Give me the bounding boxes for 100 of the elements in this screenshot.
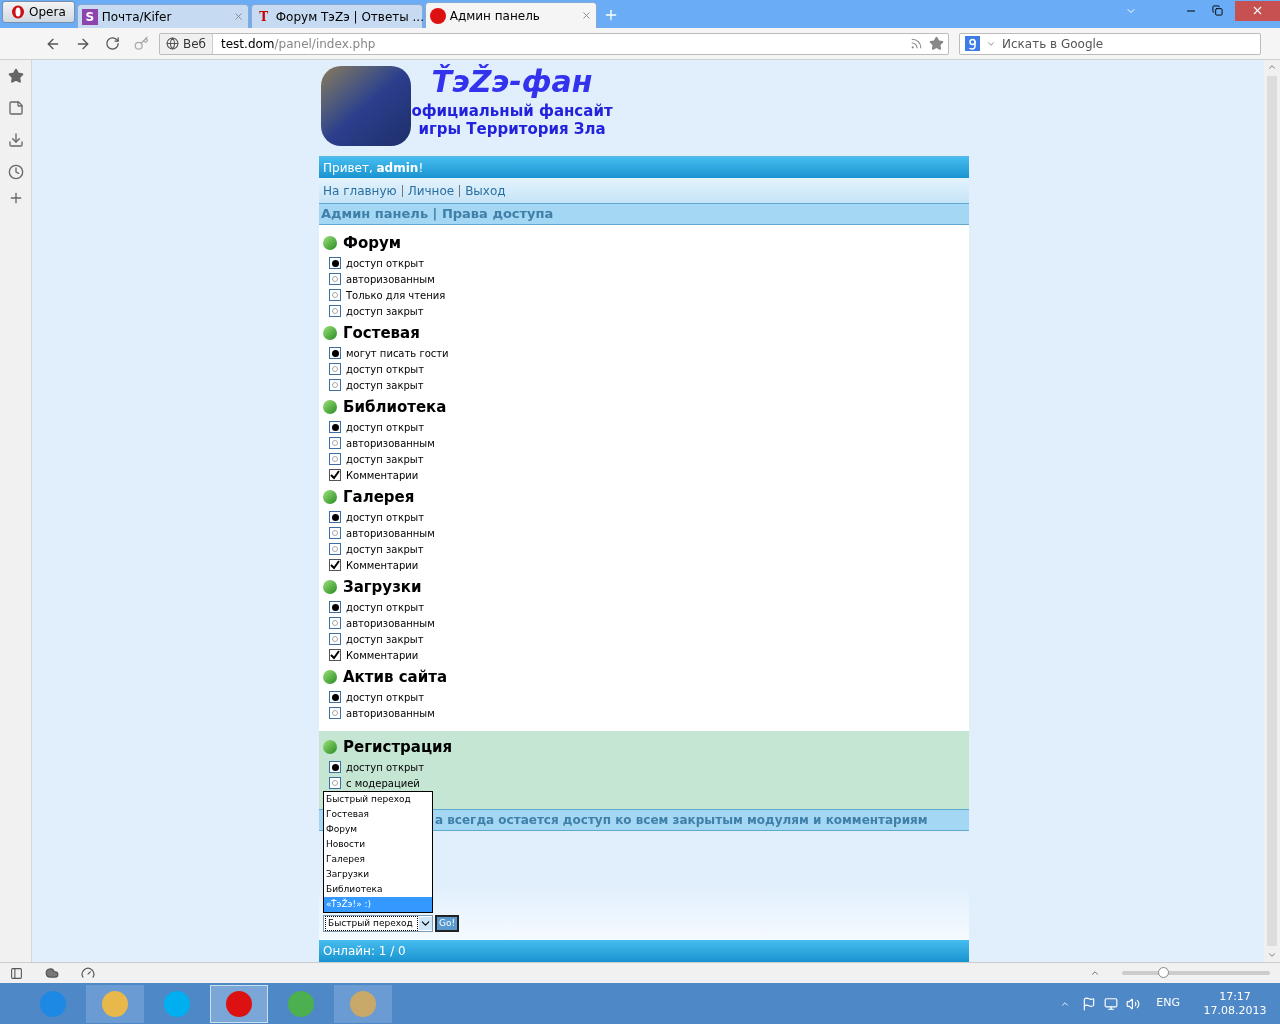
tab-favicon: T (258, 8, 270, 25)
radio-button[interactable] (329, 761, 341, 773)
opera-menu-button[interactable]: Opera (2, 1, 75, 23)
close-icon (1251, 4, 1264, 17)
section-title: Регистрация (343, 736, 453, 758)
radio-button[interactable] (329, 379, 341, 391)
radio-button[interactable] (329, 527, 341, 539)
option-label: доступ открыт (346, 510, 425, 525)
section-title: Гостевая (343, 322, 420, 344)
browser-tab[interactable]: Админ панель (424, 2, 597, 28)
radio-button[interactable] (329, 421, 341, 433)
option-label: Комментарии (346, 648, 419, 663)
rss-icon (910, 37, 923, 50)
key-icon (134, 36, 149, 51)
option-label: доступ открыт (346, 362, 425, 377)
site-subtitle: официальный фансайт (411, 102, 613, 120)
tab-title: Админ панель (449, 7, 541, 25)
close-icon (232, 11, 244, 22)
star-icon (929, 36, 944, 51)
browser-tab[interactable]: T Форум ТэZэ | Ответы ... (250, 4, 423, 28)
section-bullet-icon (323, 490, 337, 504)
section-bullet-icon (323, 670, 337, 684)
close-icon (580, 10, 592, 21)
web-badge[interactable]: Веб (160, 33, 213, 54)
radio-button[interactable] (329, 437, 341, 449)
reload-icon (105, 36, 120, 51)
section-bullet-icon (323, 326, 337, 340)
tab-title: Форум ТэZэ | Ответы ... (275, 8, 424, 26)
option-label: доступ открыт (346, 256, 425, 271)
radio-button[interactable] (329, 257, 341, 269)
checkbox[interactable] (329, 649, 341, 661)
radio-button[interactable] (329, 691, 341, 703)
address-field[interactable]: Веб test.dom/panel/index.php (159, 32, 949, 55)
online-count: Онлайн: 1 / 0 (323, 943, 406, 960)
option-label: Только для чтения (346, 288, 446, 303)
option-label: Комментарии (346, 558, 419, 573)
radio-button[interactable] (329, 453, 341, 465)
globe-icon (166, 37, 179, 50)
scroll-up-icon (1267, 62, 1277, 72)
search-engine-icon (965, 36, 980, 51)
option-label: могут писать гости (346, 346, 449, 361)
radio-button[interactable] (329, 289, 341, 301)
section-title: Библиотека (343, 396, 447, 418)
app-icon (40, 990, 66, 1017)
caret-icon (419, 917, 432, 930)
page-title: Админ панель | Права доступа (321, 205, 554, 224)
checkbox[interactable] (329, 559, 341, 571)
option-label: авторизованным (346, 272, 435, 287)
gauge-icon (81, 966, 95, 980)
app-icon (102, 990, 128, 1017)
nav-link[interactable]: Выход (465, 181, 506, 200)
radio-button[interactable] (329, 347, 341, 359)
flag-icon (1082, 996, 1097, 1011)
quick-jump-select[interactable]: Быстрый переход (323, 915, 433, 932)
nav-link[interactable]: Личное (407, 181, 455, 200)
option-label: Комментарии (346, 468, 419, 483)
radio-button[interactable] (329, 707, 341, 719)
option-label: авторизованным (346, 616, 435, 631)
section-title: Загрузки (343, 576, 422, 598)
tab-title: Почта/Kifer (101, 8, 173, 26)
app-icon (288, 990, 314, 1017)
taskbar-app-button[interactable] (210, 984, 268, 1023)
app-icon (226, 990, 252, 1017)
radio-button[interactable] (329, 305, 341, 317)
network-icon (1104, 996, 1119, 1011)
option-label: авторизованным (346, 436, 435, 451)
radio-button[interactable] (329, 777, 341, 789)
site-subtitle: игры Территория Зла (418, 120, 606, 138)
radio-button[interactable] (329, 363, 341, 375)
option-label: доступ открыт (346, 760, 425, 775)
panel-toggle-icon (10, 966, 23, 980)
radio-button[interactable] (329, 543, 341, 555)
radio-button[interactable] (329, 273, 341, 285)
option-label: доступ закрыт (346, 542, 424, 557)
radio-button[interactable] (329, 601, 341, 613)
option-label: доступ закрыт (346, 378, 424, 393)
note-icon (7, 100, 24, 116)
checkbox[interactable] (329, 469, 341, 481)
search-field[interactable]: Искать в Google (959, 32, 1261, 55)
section-title: Галерея (343, 486, 415, 508)
app-icon (350, 990, 376, 1017)
browser-tab[interactable]: S Почта/Kifer (76, 4, 249, 28)
option-label: с модерацией (346, 776, 420, 791)
clock[interactable]: 17:17 17.08.2013 (1190, 989, 1280, 1018)
cloud-icon (45, 966, 59, 980)
language-indicator[interactable]: ENG (1156, 995, 1180, 1012)
radio-button[interactable] (329, 633, 341, 645)
site-logo-title: ŤэŽэ-фан (431, 63, 593, 101)
star-icon (7, 68, 24, 84)
radio-button[interactable] (329, 617, 341, 629)
option-label: доступ закрыт (346, 304, 424, 319)
option-label: доступ открыт (346, 690, 425, 705)
option-label: авторизованным (346, 526, 435, 541)
search-placeholder: Искать в Google (1002, 35, 1104, 53)
radio-button[interactable] (329, 511, 341, 523)
slider-thumb[interactable] (1158, 967, 1170, 978)
speaker-icon (1126, 996, 1141, 1011)
nav-link[interactable]: На главную (323, 181, 397, 200)
app-icon (164, 990, 190, 1017)
scroll-down-icon (1267, 950, 1277, 960)
